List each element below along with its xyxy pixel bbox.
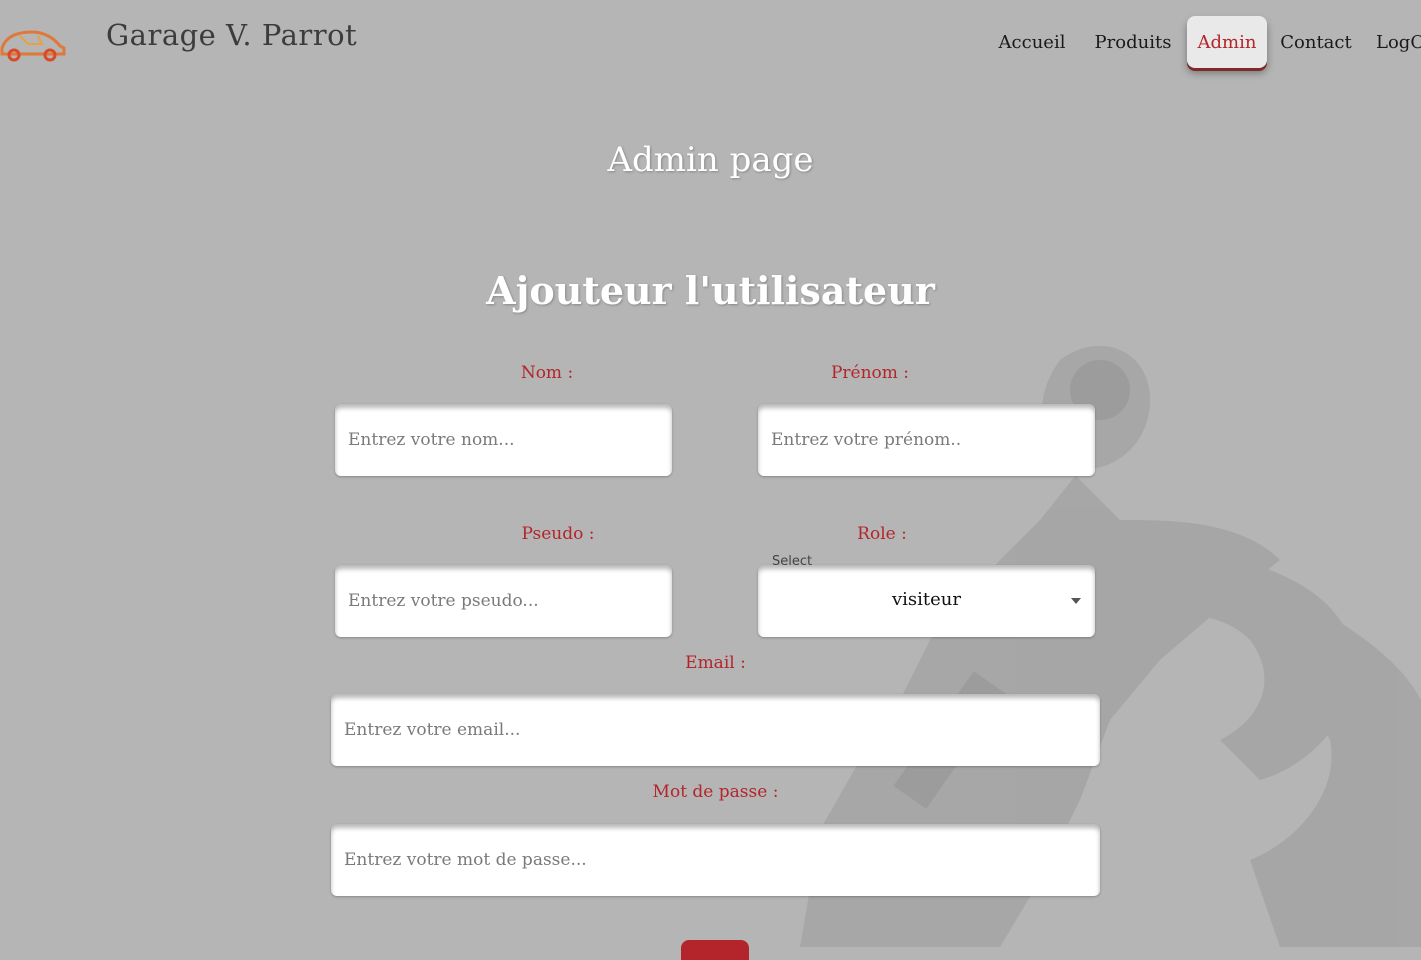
password-input[interactable]: Entrez votre mot de passe... bbox=[331, 824, 1100, 896]
form-title: Ajouteur l'utilisateur bbox=[486, 268, 935, 313]
nav-item-contact[interactable]: Contact bbox=[1280, 16, 1352, 68]
role-select[interactable]: visiteur bbox=[758, 565, 1095, 637]
password-label: Mot de passe : bbox=[652, 782, 779, 802]
prenom-placeholder: Entrez votre prénom.. bbox=[771, 430, 962, 450]
email-placeholder: Entrez votre email... bbox=[344, 720, 521, 740]
car-logo-icon[interactable] bbox=[0, 22, 68, 64]
role-label: Role : bbox=[857, 524, 907, 544]
nav-item-accueil[interactable]: Accueil bbox=[996, 16, 1068, 68]
dropdown-caret-icon bbox=[1071, 598, 1081, 604]
nom-label: Nom : bbox=[520, 363, 574, 383]
pseudo-label: Pseudo : bbox=[521, 524, 595, 544]
role-select-caption: Select bbox=[772, 554, 813, 569]
nav-item-admin[interactable]: Admin bbox=[1187, 16, 1267, 68]
pseudo-placeholder: Entrez votre pseudo... bbox=[348, 591, 539, 611]
nav-item-produits[interactable]: Produits bbox=[1093, 16, 1173, 68]
brand-name[interactable]: Garage V. Parrot bbox=[106, 18, 357, 52]
page-title: Admin page bbox=[607, 140, 814, 180]
submit-button[interactable] bbox=[681, 940, 749, 960]
prenom-label: Prénom : bbox=[830, 363, 910, 383]
prenom-input[interactable]: Entrez votre prénom.. bbox=[758, 404, 1095, 476]
email-input[interactable]: Entrez votre email... bbox=[331, 694, 1100, 766]
top-navigation-bar: Garage V. Parrot Accueil Produits Admin … bbox=[0, 0, 1421, 85]
pseudo-input[interactable]: Entrez votre pseudo... bbox=[335, 565, 672, 637]
password-placeholder: Entrez votre mot de passe... bbox=[344, 850, 587, 870]
nom-input[interactable]: Entrez votre nom... bbox=[335, 404, 672, 476]
email-label: Email : bbox=[685, 653, 746, 673]
nom-placeholder: Entrez votre nom... bbox=[348, 430, 515, 450]
nav-item-logout[interactable]: LogOut bbox=[1376, 16, 1421, 68]
role-select-value: visiteur bbox=[891, 589, 961, 610]
